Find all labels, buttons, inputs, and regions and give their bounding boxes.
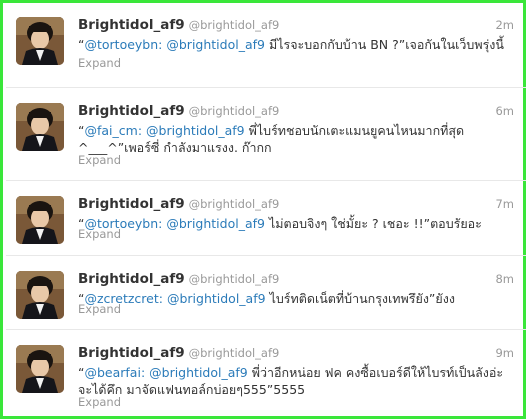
tweet-item[interactable]: Brightidol_af9 @brightidol_af9 2m “@torto…	[6, 3, 526, 88]
tweet-text: “@fai_cm: @brightidol_af9 พี่ไบร์ทชอบนัก…	[78, 122, 514, 156]
timeline-frame: Brightidol_af9 @brightidol_af9 2m “@torto…	[0, 0, 526, 419]
timestamp[interactable]: 7m	[495, 197, 514, 211]
display-name[interactable]: Brightidol_af9 @brightidol_af9	[78, 271, 279, 287]
timestamp[interactable]: 8m	[495, 272, 514, 286]
username[interactable]: @brightidol_af9	[189, 272, 280, 286]
display-name[interactable]: Brightidol_af9 @brightidol_af9	[78, 196, 279, 212]
avatar[interactable]	[16, 345, 64, 393]
mention-link[interactable]: @brightidol_af9	[146, 123, 245, 138]
expand-link[interactable]: Expand	[78, 302, 121, 316]
display-name-text[interactable]: Brightidol_af9	[78, 345, 185, 361]
display-name[interactable]: Brightidol_af9 @brightidol_af9	[78, 17, 279, 33]
profile-photo-icon	[16, 271, 64, 319]
tweet-body: ไบร์ทติดเน็ตที่บ้านกรุงเทพรึยัง”ยังง	[269, 291, 455, 306]
expand-link[interactable]: Expand	[78, 153, 121, 167]
tweet-text: “@bearfai: @brightidol_af9 พี่ว่าอีกหน่อ…	[78, 364, 514, 398]
tweet-text: “@tortoeybn: @brightidol_af9 มีไรจะบอกกั…	[78, 36, 514, 53]
tweet-item[interactable]: Brightidol_af9 @brightidol_af9 6m “@fai_c…	[6, 89, 526, 181]
mention-link[interactable]: @brightidol_af9	[166, 216, 265, 231]
timestamp[interactable]: 2m	[495, 18, 514, 32]
profile-photo-icon	[16, 196, 64, 244]
timestamp[interactable]: 6m	[495, 104, 514, 118]
profile-photo-icon	[16, 17, 64, 65]
avatar[interactable]	[16, 17, 64, 65]
tweet-body: มีไรจะบอกกับบ้าน BN ?”เจอกันในเว็บพรุ่งน…	[268, 37, 504, 52]
tweet-item[interactable]: Brightidol_af9 @brightidol_af9 7m “@torto…	[6, 182, 526, 256]
timestamp[interactable]: 9m	[495, 346, 514, 360]
username[interactable]: @brightidol_af9	[189, 104, 280, 118]
mention-link[interactable]: @brightidol_af9	[166, 37, 265, 52]
avatar[interactable]	[16, 196, 64, 244]
display-name-text[interactable]: Brightidol_af9	[78, 196, 185, 212]
tweet-item[interactable]: Brightidol_af9 @brightidol_af9 9m “@bearf…	[6, 331, 526, 416]
tweet-item[interactable]: Brightidol_af9 @brightidol_af9 8m “@zcret…	[6, 257, 526, 330]
tweet-body: ไม่ตอบจิงๆ ใช่มั้ยะ ? เชอะ !!”ตอบรัยอะ	[268, 216, 482, 231]
mention-link[interactable]: @fai_cm:	[84, 123, 142, 138]
mention-link[interactable]: @bearfai:	[84, 365, 145, 380]
display-name-text[interactable]: Brightidol_af9	[78, 271, 185, 287]
tweet-text: “@zcretzcret: @brightidol_af9 ไบร์ทติดเน…	[78, 290, 514, 307]
expand-link[interactable]: Expand	[78, 395, 121, 409]
expand-link[interactable]: Expand	[78, 227, 121, 241]
mention-link[interactable]: @tortoeybn:	[84, 37, 162, 52]
mention-link[interactable]: @brightidol_af9	[167, 291, 266, 306]
display-name-text[interactable]: Brightidol_af9	[78, 17, 185, 33]
username[interactable]: @brightidol_af9	[189, 18, 280, 32]
display-name[interactable]: Brightidol_af9 @brightidol_af9	[78, 345, 279, 361]
display-name[interactable]: Brightidol_af9 @brightidol_af9	[78, 103, 279, 119]
avatar[interactable]	[16, 103, 64, 151]
display-name-text[interactable]: Brightidol_af9	[78, 103, 185, 119]
username[interactable]: @brightidol_af9	[189, 197, 280, 211]
avatar[interactable]	[16, 271, 64, 319]
profile-photo-icon	[16, 103, 64, 151]
expand-link[interactable]: Expand	[78, 56, 121, 70]
mention-link[interactable]: @brightidol_af9	[149, 365, 248, 380]
username[interactable]: @brightidol_af9	[189, 346, 280, 360]
profile-photo-icon	[16, 345, 64, 393]
tweet-text: “@tortoeybn: @brightidol_af9 ไม่ตอบจิงๆ …	[78, 215, 514, 232]
